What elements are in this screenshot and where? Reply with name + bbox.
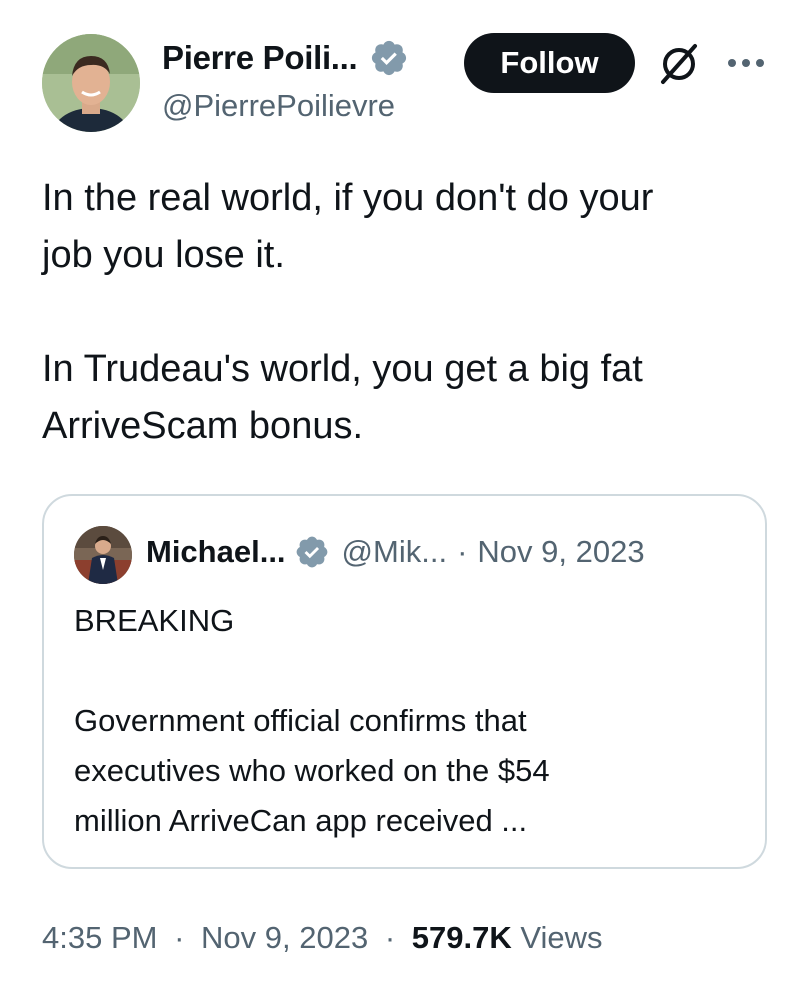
tweet-time[interactable]: 4:35 PM xyxy=(42,920,157,955)
meta-separator: · xyxy=(384,920,396,955)
author-avatar-image xyxy=(42,34,140,132)
tweet-date[interactable]: Nov 9, 2023 xyxy=(201,920,368,955)
views-label: Views xyxy=(520,920,603,955)
tweet-meta: 4:35 PM · Nov 9, 2023 · 579.7K Views xyxy=(42,920,603,956)
views-count[interactable]: 579.7K xyxy=(412,920,512,955)
tweet-text: In the real world, if you don't do your … xyxy=(42,177,654,447)
quoted-header: Michael... @Mik... · Nov 9, 2023 xyxy=(146,534,645,570)
verified-badge-icon xyxy=(296,536,327,568)
author-name-row: Pierre Poili... xyxy=(162,38,409,78)
quoted-author-avatar[interactable] xyxy=(74,526,132,584)
quoted-tweet-text: BREAKING Government official confirms th… xyxy=(74,603,550,838)
grok-icon[interactable] xyxy=(655,40,703,88)
quoted-author-name[interactable]: Michael... xyxy=(146,534,286,570)
author-handle[interactable]: @PierrePoilievre xyxy=(162,88,395,124)
quoted-author-handle[interactable]: @Mik... xyxy=(342,534,448,570)
author-avatar[interactable] xyxy=(42,34,140,132)
author-name[interactable]: Pierre Poili... xyxy=(162,39,358,77)
more-options-icon[interactable] xyxy=(722,48,770,78)
quoted-separator: · xyxy=(457,534,468,569)
meta-separator: · xyxy=(174,920,185,955)
quoted-tweet-card[interactable]: Michael... @Mik... · Nov 9, 2023 BREAKIN… xyxy=(42,494,767,869)
quoted-date[interactable]: Nov 9, 2023 xyxy=(477,534,644,570)
quoted-avatar-image xyxy=(74,526,132,584)
verified-badge-icon xyxy=(372,40,407,76)
follow-button[interactable]: Follow xyxy=(464,33,635,93)
